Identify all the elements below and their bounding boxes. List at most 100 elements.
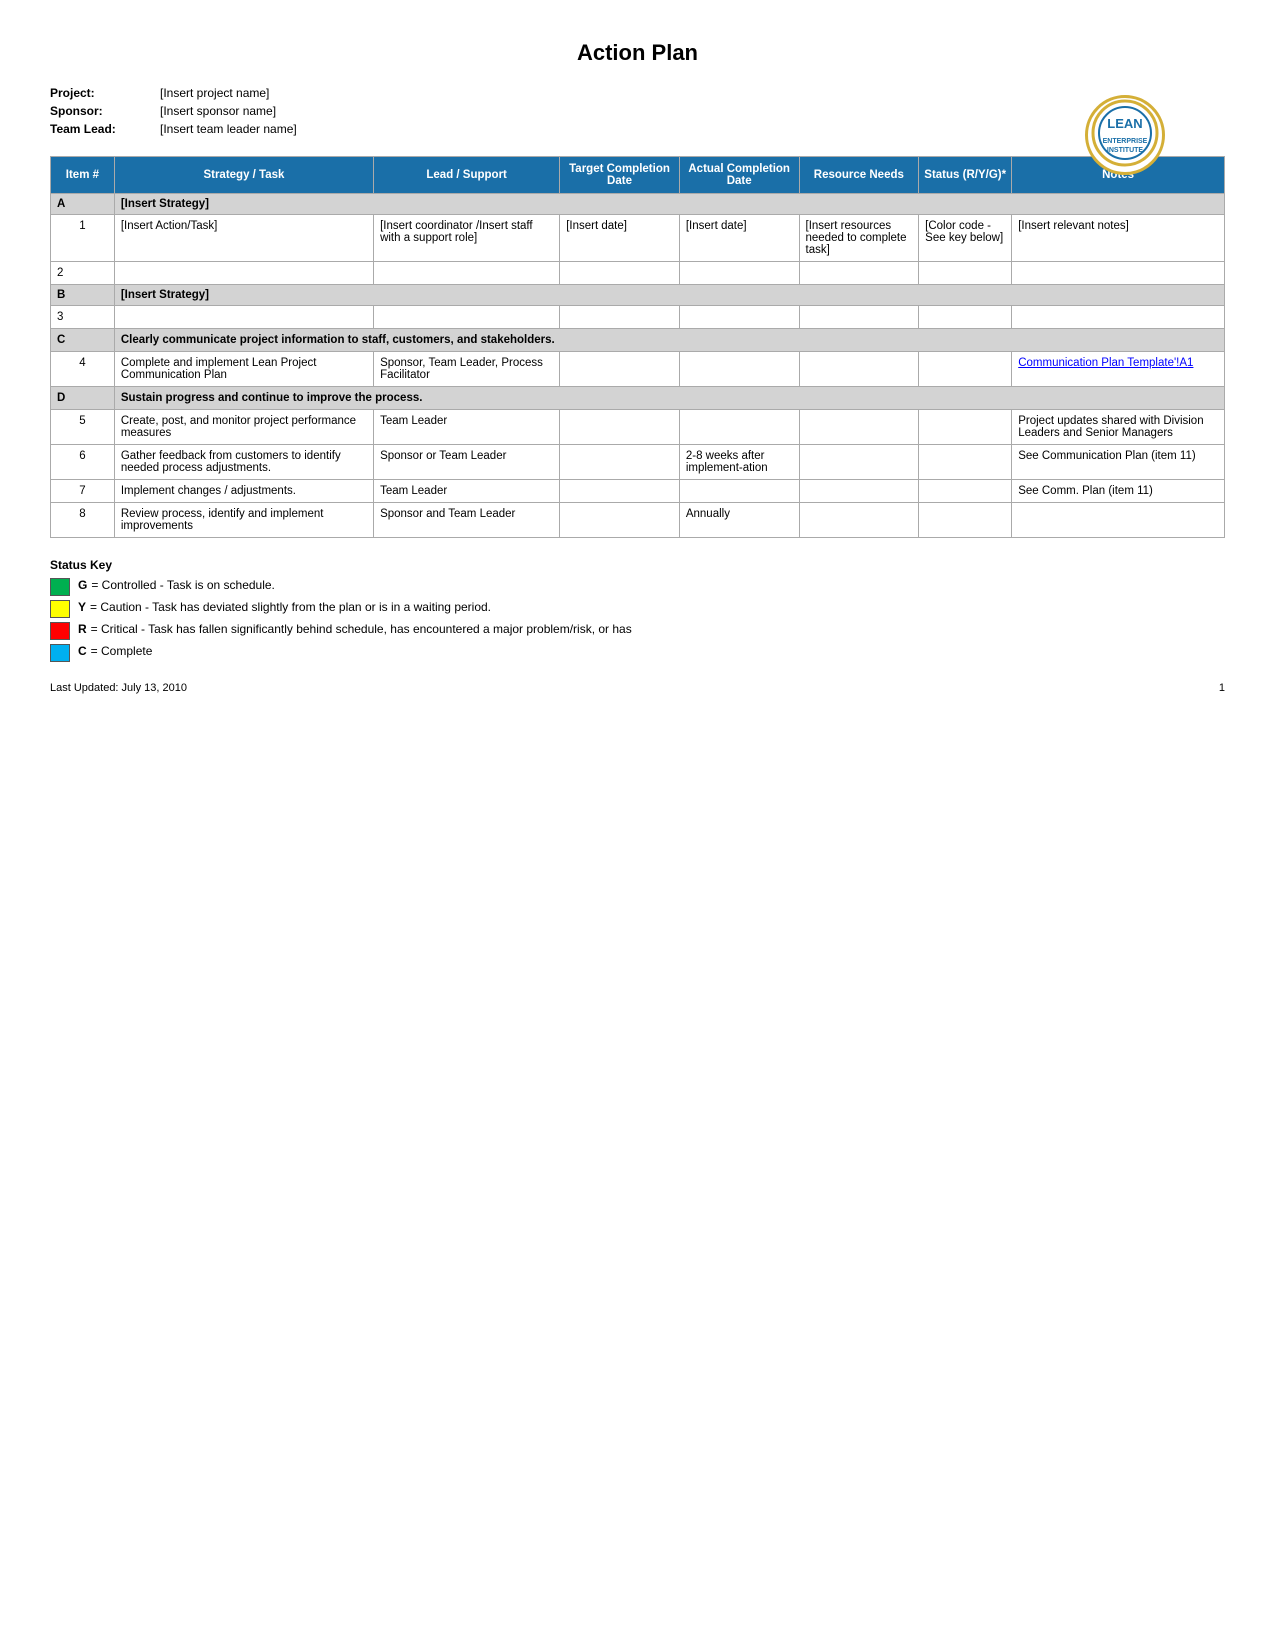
status-green-letter: G — [78, 578, 87, 592]
row1-actual: [Insert date] — [679, 215, 799, 262]
row7-item: 7 — [51, 480, 115, 503]
row2-actual — [679, 262, 799, 285]
status-cyan-letter: C — [78, 644, 87, 658]
strategy-row-b: B [Insert Strategy] — [51, 285, 1225, 306]
strategy-row-d: D Sustain progress and continue to impro… — [51, 387, 1225, 410]
row7-notes: See Comm. Plan (item 11) — [1012, 480, 1225, 503]
row7-target — [560, 480, 680, 503]
row2-task — [114, 262, 373, 285]
status-cyan-box — [50, 644, 70, 662]
row4-item: 4 — [51, 352, 115, 387]
row1-target: [Insert date] — [560, 215, 680, 262]
strategy-row-a: A [Insert Strategy] — [51, 194, 1225, 215]
row2-notes — [1012, 262, 1225, 285]
svg-text:LEAN: LEAN — [1107, 116, 1142, 131]
logo-text: LEAN ENTERPRISE INSTITUTE — [1090, 98, 1160, 172]
row3-task — [114, 306, 373, 329]
status-key-row-yellow: Y = Caution - Task has deviated slightly… — [50, 600, 1225, 618]
row1-item: 1 — [51, 215, 115, 262]
svg-text:ENTERPRISE: ENTERPRISE — [1103, 138, 1148, 145]
header-resource-needs: Resource Needs — [799, 157, 919, 194]
header-target-date: Target Completion Date — [560, 157, 680, 194]
row4-target — [560, 352, 680, 387]
strategy-c-letter: C — [51, 329, 115, 352]
table-row: 5 Create, post, and monitor project perf… — [51, 410, 1225, 445]
table-row: 1 [Insert Action/Task] [Insert coordinat… — [51, 215, 1225, 262]
status-key-row-cyan: C = Complete — [50, 644, 1225, 662]
communication-plan-link[interactable]: Communication Plan Template'!A1 — [1018, 357, 1193, 369]
project-value: [Insert project name] — [160, 86, 1225, 100]
table-row: 7 Implement changes / adjustments. Team … — [51, 480, 1225, 503]
row4-actual — [679, 352, 799, 387]
row5-actual — [679, 410, 799, 445]
status-key-row-red: R = Critical - Task has fallen significa… — [50, 622, 1225, 640]
row3-notes — [1012, 306, 1225, 329]
row7-resource — [799, 480, 919, 503]
strategy-a-letter: A — [51, 194, 115, 215]
strategy-b-label: [Insert Strategy] — [114, 285, 1224, 306]
row8-resource — [799, 503, 919, 538]
svg-text:INSTITUTE: INSTITUTE — [1107, 147, 1143, 154]
row5-resource — [799, 410, 919, 445]
row1-notes: [Insert relevant notes] — [1012, 215, 1225, 262]
logo: LEAN ENTERPRISE INSTITUTE — [1085, 95, 1165, 175]
table-row: 4 Complete and implement Lean Project Co… — [51, 352, 1225, 387]
row5-status — [919, 410, 1012, 445]
strategy-b-letter: B — [51, 285, 115, 306]
row2-target — [560, 262, 680, 285]
row4-resource — [799, 352, 919, 387]
row6-task: Gather feedback from customers to identi… — [114, 445, 373, 480]
table-row: 2 — [51, 262, 1225, 285]
status-key-section: Status Key G = Controlled - Task is on s… — [50, 558, 1225, 662]
row3-item: 3 — [51, 306, 115, 329]
header-actual-date: Actual Completion Date — [679, 157, 799, 194]
status-cyan-description: = Complete — [91, 644, 153, 658]
row7-status — [919, 480, 1012, 503]
status-green-description: = Controlled - Task is on schedule. — [91, 578, 275, 592]
row8-task: Review process, identify and implement i… — [114, 503, 373, 538]
sponsor-value: [Insert sponsor name] — [160, 104, 1225, 118]
header-item-num: Item # — [51, 157, 115, 194]
status-red-letter: R — [78, 622, 87, 636]
row7-task: Implement changes / adjustments. — [114, 480, 373, 503]
strategy-c-label: Clearly communicate project information … — [114, 329, 1224, 352]
strategy-a-label: [Insert Strategy] — [114, 194, 1224, 215]
status-key-row-green: G = Controlled - Task is on schedule. — [50, 578, 1225, 596]
strategy-d-letter: D — [51, 387, 115, 410]
row2-resource — [799, 262, 919, 285]
row6-notes: See Communication Plan (item 11) — [1012, 445, 1225, 480]
row6-resource — [799, 445, 919, 480]
page-number: 1 — [1219, 682, 1225, 694]
last-updated: Last Updated: July 13, 2010 — [50, 682, 187, 694]
header-strategy-task: Strategy / Task — [114, 157, 373, 194]
row2-lead — [374, 262, 560, 285]
row6-target — [560, 445, 680, 480]
status-yellow-box — [50, 600, 70, 618]
row8-item: 8 — [51, 503, 115, 538]
action-plan-table: Item # Strategy / Task Lead / Support Ta… — [50, 156, 1225, 538]
status-yellow-description: = Caution - Task has deviated slightly f… — [90, 600, 491, 614]
header-lead-support: Lead / Support — [374, 157, 560, 194]
row1-lead: [Insert coordinator /Insert staff with a… — [374, 215, 560, 262]
status-green-box — [50, 578, 70, 596]
row1-status: [Color code - See key below] — [919, 215, 1012, 262]
row4-status — [919, 352, 1012, 387]
row2-item: 2 — [51, 262, 115, 285]
row6-item: 6 — [51, 445, 115, 480]
row6-actual: 2-8 weeks after implement-ation — [679, 445, 799, 480]
row4-task: Complete and implement Lean Project Comm… — [114, 352, 373, 387]
teamlead-value: [Insert team leader name] — [160, 122, 1225, 136]
row6-lead: Sponsor or Team Leader — [374, 445, 560, 480]
row5-lead: Team Leader — [374, 410, 560, 445]
table-row: 8 Review process, identify and implement… — [51, 503, 1225, 538]
header-status: Status (R/Y/G)* — [919, 157, 1012, 194]
strategy-row-c: C Clearly communicate project informatio… — [51, 329, 1225, 352]
page-title: Action Plan — [50, 40, 1225, 66]
row2-status — [919, 262, 1012, 285]
status-yellow-letter: Y — [78, 600, 86, 614]
row8-notes — [1012, 503, 1225, 538]
status-red-box — [50, 622, 70, 640]
status-red-description: = Critical - Task has fallen significant… — [91, 622, 632, 636]
row4-lead: Sponsor, Team Leader, Process Facilitato… — [374, 352, 560, 387]
row3-status — [919, 306, 1012, 329]
